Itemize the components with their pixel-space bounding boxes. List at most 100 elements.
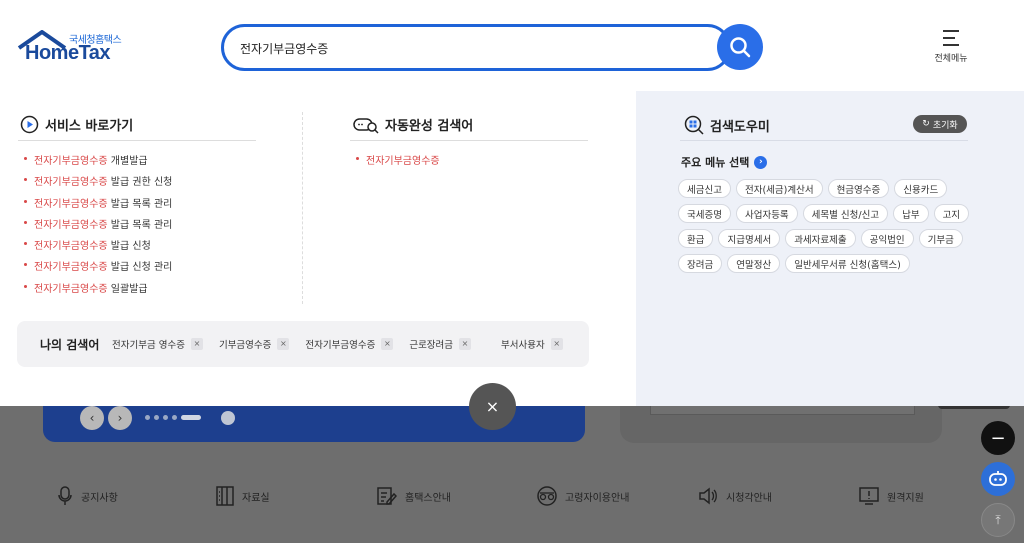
autocomplete-title: 자동완성 검색어 bbox=[353, 115, 473, 134]
service-shortcut-item[interactable]: 전자기부금영수증 개별발급 bbox=[24, 152, 172, 173]
autocomplete-title-text: 자동완성 검색어 bbox=[385, 119, 474, 134]
chip-label: 기부금영수증 bbox=[218, 340, 272, 351]
column-divider bbox=[302, 112, 303, 304]
item-text: 발급 권한 신청 bbox=[107, 177, 173, 189]
chatbot-button[interactable] bbox=[981, 462, 1015, 496]
quick-link-elderly[interactable]: 고령자이용안내 bbox=[537, 486, 629, 506]
item-keyword: 전자기부금영수증 bbox=[34, 198, 108, 210]
service-shortcut-item[interactable]: 전자기부금영수증 발급 신청 관리 bbox=[24, 258, 172, 279]
menu-tag[interactable]: 납부 bbox=[893, 204, 929, 223]
menu-tag[interactable]: 장려금 bbox=[678, 254, 723, 273]
banner-prev-button[interactable]: ‹ bbox=[80, 406, 104, 430]
recent-search-chip[interactable]: 전자기부금 영수증 × bbox=[112, 337, 203, 351]
banner-next-button[interactable]: › bbox=[108, 406, 132, 430]
service-shortcut-item[interactable]: 전자기부금영수증 발급 권한 신청 bbox=[24, 173, 172, 194]
menu-tag[interactable]: 현금영수증 bbox=[827, 179, 890, 198]
tag-row: 환급 지급명세서 과세자료제출 공익법인 기부금 bbox=[678, 229, 968, 248]
service-shortcut-title-text: 서비스 바로가기 bbox=[45, 119, 134, 134]
chip-label: 전자기부금 영수증 bbox=[112, 340, 185, 351]
collapse-button[interactable]: − bbox=[981, 421, 1015, 455]
recent-searches-title: 나의 검색어 bbox=[40, 338, 100, 352]
recent-search-chip[interactable]: 기부금영수증 × bbox=[218, 337, 290, 351]
menu-tag[interactable]: 세목별 신청/신고 bbox=[802, 204, 889, 223]
full-menu-button[interactable]: 전체메뉴 bbox=[928, 28, 974, 68]
remove-icon[interactable]: × bbox=[550, 338, 563, 350]
remove-icon[interactable]: × bbox=[459, 338, 472, 350]
banner-pause-button[interactable] bbox=[221, 411, 235, 425]
menu-tag[interactable]: 사업자등록 bbox=[735, 204, 798, 223]
item-text: 발급 신청 관리 bbox=[107, 262, 173, 274]
autocomplete-item[interactable]: 전자기부금영수증 bbox=[356, 152, 440, 173]
item-keyword: 전자기부금영수증 bbox=[34, 177, 108, 189]
item-keyword: 전자기부금영수증 bbox=[366, 156, 440, 167]
menu-tag[interactable]: 전자(세금)계산서 bbox=[735, 179, 823, 198]
banner-dot[interactable] bbox=[154, 415, 159, 420]
menu-tag[interactable]: 신용카드 bbox=[894, 179, 948, 198]
menu-tag[interactable]: 기부금 bbox=[918, 229, 963, 248]
document-edit-icon bbox=[377, 487, 397, 505]
menu-tag[interactable]: 일반세무서류 신청(홈택스) bbox=[785, 254, 910, 273]
tag-row: 장려금 연말정산 일반세무서류 신청(홈택스) bbox=[678, 254, 968, 273]
quick-link-av[interactable]: 시청각안내 bbox=[698, 486, 772, 506]
minus-icon: − bbox=[990, 427, 1006, 449]
menu-tag[interactable]: 환급 bbox=[678, 229, 714, 248]
search-input[interactable] bbox=[240, 37, 700, 59]
item-text: 발급 목록 관리 bbox=[107, 198, 173, 210]
chat-search-icon bbox=[353, 118, 379, 134]
service-shortcut-item[interactable]: 전자기부금영수증 발급 신청 bbox=[24, 237, 172, 258]
close-dropdown-button[interactable]: × bbox=[469, 383, 516, 430]
item-keyword: 전자기부금영수증 bbox=[34, 241, 108, 253]
quick-link-remote[interactable]: 원격지원 bbox=[859, 486, 924, 506]
reset-label: 초기화 bbox=[932, 120, 958, 131]
item-keyword: 전자기부금영수증 bbox=[34, 262, 108, 274]
scroll-top-button[interactable]: ⤒ bbox=[981, 503, 1015, 537]
main-menu-select-label: 주요 메뉴 선택 bbox=[681, 156, 750, 169]
banner-dot-active[interactable] bbox=[181, 415, 201, 420]
hometax-logo[interactable]: 국세청홈택스 HomeTax bbox=[17, 28, 127, 66]
menu-tag[interactable]: 과세자료제출 bbox=[785, 229, 856, 248]
item-keyword: 전자기부금영수증 bbox=[34, 156, 108, 167]
menu-tag[interactable]: 연말정산 bbox=[727, 254, 781, 273]
chip-label: 근로장려금 bbox=[409, 340, 454, 351]
search-button[interactable] bbox=[717, 24, 763, 70]
menu-tag[interactable]: 공익법인 bbox=[860, 229, 914, 248]
item-text: 발급 목록 관리 bbox=[107, 219, 173, 231]
menu-tag[interactable]: 고지 bbox=[933, 204, 970, 223]
login-input-area bbox=[650, 405, 915, 415]
banner-dot[interactable] bbox=[163, 415, 168, 420]
refresh-icon: ↻ bbox=[922, 119, 930, 129]
menu-tag[interactable]: 국세증명 bbox=[678, 204, 731, 223]
main-menu-select[interactable]: 주요 메뉴 선택 › bbox=[681, 154, 768, 170]
remove-icon[interactable]: × bbox=[277, 338, 290, 350]
remove-icon[interactable]: × bbox=[190, 338, 203, 350]
quick-link-label: 시청각안내 bbox=[726, 492, 772, 504]
remove-icon[interactable]: × bbox=[381, 338, 394, 350]
recent-search-chip[interactable]: 전자기부금영수증 × bbox=[305, 337, 394, 351]
quick-link-label: 자료실 bbox=[242, 492, 270, 504]
menu-tag[interactable]: 세금신고 bbox=[678, 179, 731, 198]
search-helper-panel: 검색도우미 ↻ 초기화 주요 메뉴 선택 › 세금신고 전자(세금)계산서 현금영… bbox=[636, 91, 1024, 406]
quick-link-guide[interactable]: 홈택스안내 bbox=[377, 486, 451, 506]
recent-search-chip[interactable]: 근로장려금 × bbox=[409, 337, 472, 351]
hamburger-icon bbox=[943, 30, 959, 46]
recent-search-chip[interactable]: 부서사용자 × bbox=[501, 337, 563, 351]
reset-button[interactable]: ↻ 초기화 bbox=[913, 115, 967, 133]
quick-link-archive[interactable]: 자료실 bbox=[216, 486, 270, 506]
divider bbox=[350, 140, 588, 141]
arrow-up-icon: ⤒ bbox=[995, 512, 1001, 527]
menu-tag[interactable]: 지급명세서 bbox=[718, 229, 781, 248]
item-keyword: 전자기부금영수증 bbox=[34, 219, 108, 231]
item-text: 개별발급 bbox=[107, 156, 148, 167]
service-shortcut-item[interactable]: 전자기부금영수증 발급 목록 관리 bbox=[24, 195, 172, 216]
banner-dot[interactable] bbox=[172, 415, 177, 420]
quick-link-notice[interactable]: 공지사항 bbox=[57, 486, 118, 506]
monitor-alert-icon bbox=[859, 487, 879, 505]
service-shortcut-title: 서비스 바로가기 bbox=[20, 115, 133, 134]
header: 국세청홈택스 HomeTax 전체메뉴 bbox=[0, 0, 1024, 91]
banner-dot[interactable] bbox=[145, 415, 150, 420]
divider bbox=[18, 140, 256, 141]
item-text: 발급 신청 bbox=[107, 241, 151, 253]
service-shortcut-item[interactable]: 전자기부금영수증 발급 목록 관리 bbox=[24, 216, 172, 237]
service-shortcut-item[interactable]: 전자기부금영수증 일괄발급 bbox=[24, 280, 172, 301]
chevron-right-icon: › bbox=[754, 155, 768, 169]
